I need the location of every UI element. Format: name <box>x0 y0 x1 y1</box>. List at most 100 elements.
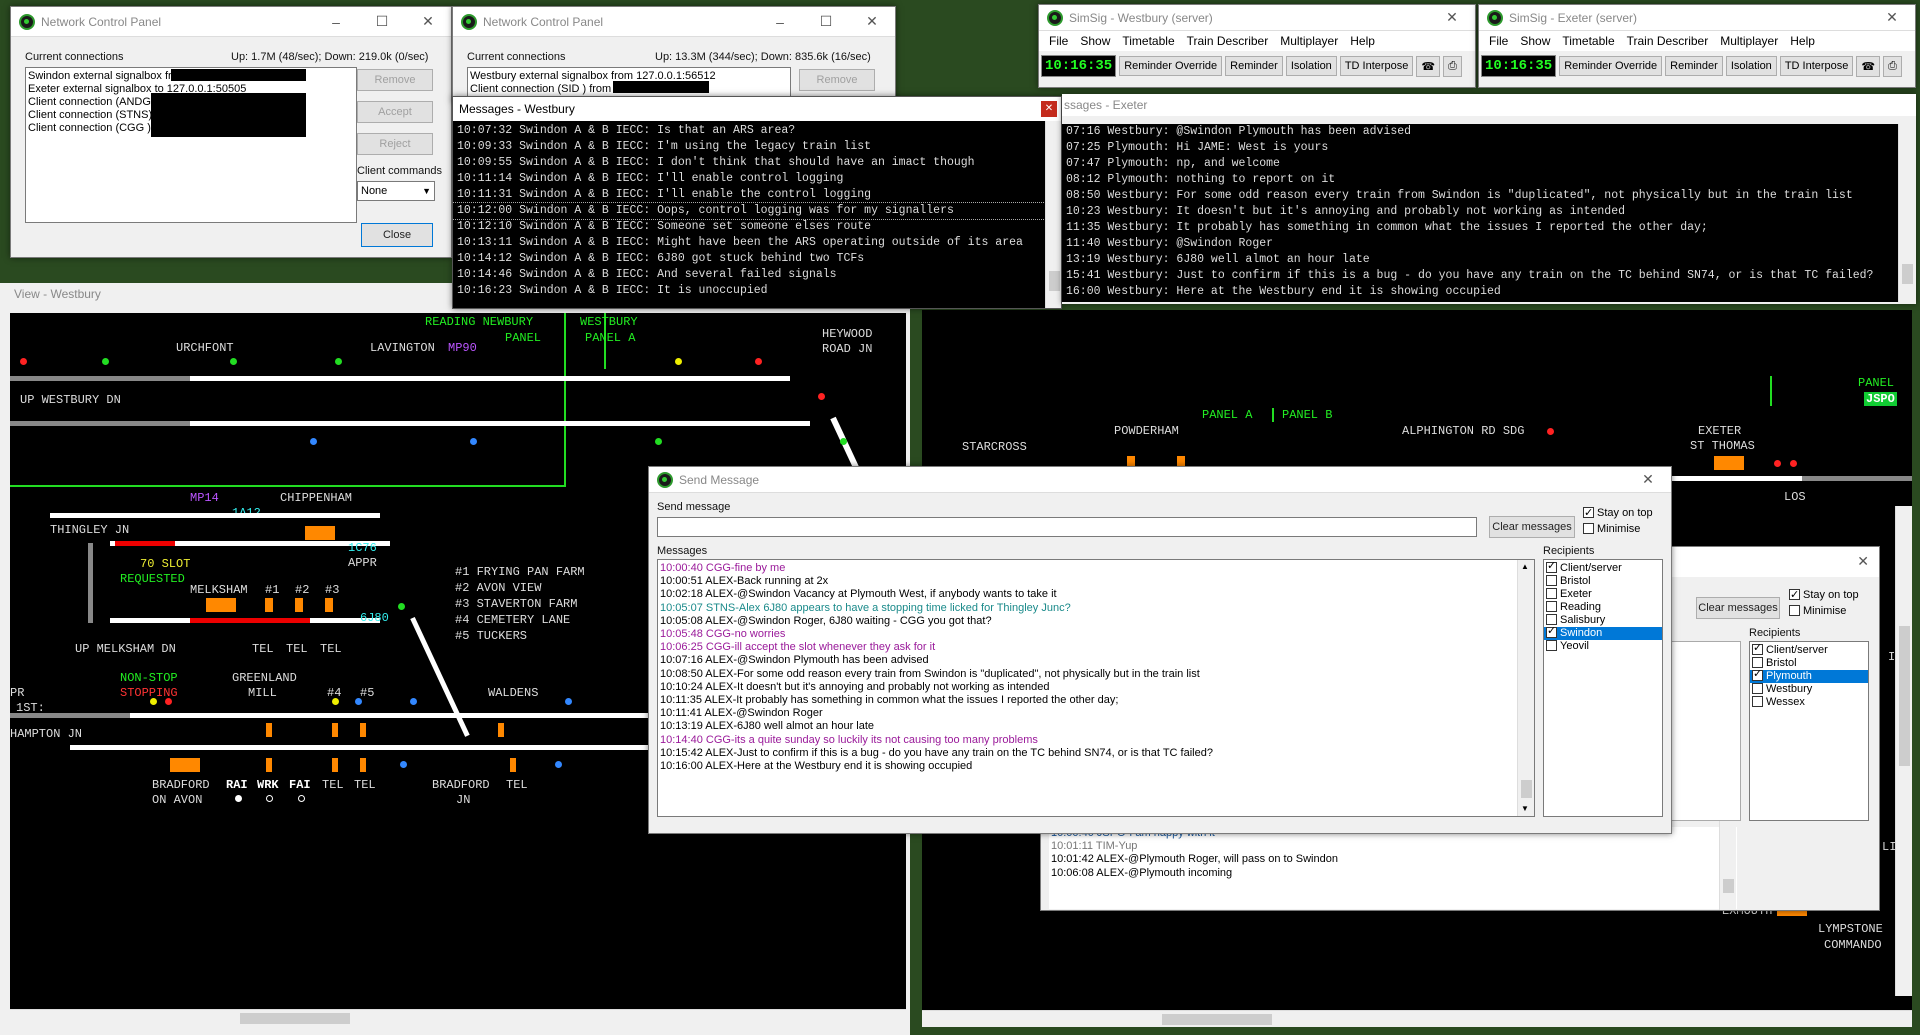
signal-yellow[interactable] <box>332 698 339 705</box>
msge-log[interactable]: 07:16 Westbury: @Swindon Plymouth has be… <box>1062 124 1898 302</box>
recipient-item[interactable]: Client/server <box>1544 560 1662 575</box>
send2-vscrollbar[interactable] <box>1719 811 1736 910</box>
train-berth[interactable] <box>332 758 338 772</box>
minimize-icon[interactable]: – <box>757 14 803 30</box>
signal-green[interactable] <box>335 358 342 365</box>
menu-item[interactable]: File <box>1483 34 1514 48</box>
printer-icon[interactable]: ⎙ <box>1883 55 1902 77</box>
simw-titlebar[interactable]: SimSig - Westbury (server) ✕ <box>1039 5 1475 31</box>
minimise-checkbox[interactable]: Minimise <box>1789 603 1859 619</box>
maximize-icon[interactable]: ☐ <box>359 13 405 30</box>
scrollbar-thumb[interactable] <box>240 1013 350 1024</box>
telephone-icon[interactable]: ☎ <box>1416 55 1441 77</box>
train-berth[interactable] <box>266 758 272 772</box>
menu-item[interactable]: Multiplayer <box>1714 34 1784 48</box>
send1-message-list[interactable]: 10:00:40 CGG-fine by me 10:00:51 ALEX-Bac… <box>657 559 1535 817</box>
msge-titlebar[interactable]: ssages - Exeter <box>1062 94 1916 116</box>
signal-red[interactable] <box>20 358 27 365</box>
reminder-button[interactable]: Reminder <box>1225 56 1283 76</box>
stay-on-top-checkbox[interactable]: Stay on top <box>1789 587 1859 603</box>
signal-green[interactable] <box>102 358 109 365</box>
remove-button[interactable]: Remove <box>357 69 433 91</box>
td-interpose-button[interactable]: TD Interpose <box>1779 56 1854 76</box>
menu-item[interactable]: Timetable <box>1556 34 1620 48</box>
signal-green[interactable] <box>230 358 237 365</box>
indicator-rai[interactable] <box>235 795 242 802</box>
signal-red[interactable] <box>818 393 825 400</box>
scrollbar-thumb[interactable] <box>1049 271 1060 291</box>
ncp2-titlebar[interactable]: Network Control Panel – ☐ ✕ <box>453 7 895 37</box>
sime-titlebar[interactable]: SimSig - Exeter (server) ✕ <box>1479 5 1915 31</box>
train-berth[interactable] <box>360 723 366 737</box>
close-icon[interactable]: ✕ <box>849 13 895 30</box>
signal-blue[interactable] <box>565 698 572 705</box>
minimise-checkbox[interactable]: Minimise <box>1583 521 1653 537</box>
client-commands-select[interactable]: None ▼ <box>357 181 435 201</box>
signal-blue[interactable] <box>410 698 417 705</box>
recipient-item[interactable]: Bristol <box>1544 575 1662 588</box>
train-berth[interactable] <box>265 598 273 612</box>
signal-red[interactable] <box>165 698 172 705</box>
send-message-input[interactable] <box>657 517 1477 537</box>
scrollbar-thumb[interactable] <box>1521 780 1532 798</box>
train-berth[interactable] <box>510 758 516 772</box>
ncp1-titlebar[interactable]: Network Control Panel – ☐ ✕ <box>11 7 451 37</box>
msgw-log[interactable]: 10:07:32 Swindon A & B IECC: Is that an … <box>453 121 1045 308</box>
signal-red[interactable] <box>1790 460 1797 467</box>
scrollbar-thumb[interactable] <box>1902 264 1913 284</box>
indicator-wrk[interactable] <box>266 795 273 802</box>
close-icon[interactable]: ✕ <box>405 13 451 30</box>
msgw-vscrollbar[interactable] <box>1045 121 1061 308</box>
train-berth[interactable] <box>295 598 303 612</box>
msgw-titlebar[interactable]: Messages - Westbury ✕ <box>453 97 1061 121</box>
scrollbar-thumb[interactable] <box>1723 879 1734 893</box>
printer-icon[interactable]: ⎙ <box>1443 55 1462 77</box>
signal-yellow[interactable] <box>675 358 682 365</box>
train-berth[interactable] <box>170 758 200 772</box>
close-icon[interactable]: ✕ <box>1041 101 1057 117</box>
recipient-item[interactable]: Client/server <box>1750 642 1868 657</box>
scrollbar-thumb[interactable] <box>1899 626 1910 766</box>
scrollbar-thumb[interactable] <box>1162 1014 1272 1025</box>
menu-item[interactable]: Help <box>1784 34 1821 48</box>
recipient-item[interactable]: Yeovil <box>1544 640 1662 653</box>
isolation-button[interactable]: Isolation <box>1285 56 1337 76</box>
stay-on-top-checkbox[interactable]: Stay on top <box>1583 505 1653 521</box>
signal-blue[interactable] <box>355 698 362 705</box>
send1-recipients-list[interactable]: Client/serverBristolExeterReadingSalisbu… <box>1543 559 1663 817</box>
signal-blue[interactable] <box>400 761 407 768</box>
train-berth[interactable] <box>206 598 236 612</box>
menu-item[interactable]: Train Describer <box>1621 34 1715 48</box>
menu-item[interactable]: Help <box>1344 34 1381 48</box>
send1-vscrollbar[interactable]: ▲ ▼ <box>1517 560 1534 816</box>
msge-vscrollbar[interactable] <box>1898 124 1915 302</box>
recipient-item[interactable]: Wessex <box>1750 696 1868 709</box>
train-berth[interactable] <box>305 526 335 540</box>
reminder-override-button[interactable]: Reminder Override <box>1119 56 1223 76</box>
signal-green[interactable] <box>398 603 405 610</box>
recipient-item[interactable]: Plymouth <box>1750 668 1868 683</box>
train-berth[interactable] <box>332 723 338 737</box>
menu-item[interactable]: File <box>1043 34 1074 48</box>
westbury-hscrollbar[interactable] <box>10 1009 906 1026</box>
recipient-item[interactable]: Exeter <box>1544 588 1662 601</box>
signal-blue[interactable] <box>555 761 562 768</box>
clear-messages-button[interactable]: Clear messages <box>1489 516 1575 538</box>
minimize-icon[interactable]: – <box>313 14 359 30</box>
send2-recipients-list[interactable]: Client/serverBristolPlymouthWestburyWess… <box>1749 641 1869 821</box>
recipient-item[interactable]: Westbury <box>1750 683 1868 696</box>
remove-button[interactable]: Remove <box>799 69 875 91</box>
signal-red[interactable] <box>755 358 762 365</box>
train-berth[interactable] <box>266 723 272 737</box>
recipient-item[interactable]: Bristol <box>1750 657 1868 670</box>
scroll-down-icon[interactable]: ▼ <box>1521 804 1529 813</box>
train-berth[interactable] <box>325 598 333 612</box>
menu-item[interactable]: Show <box>1074 34 1116 48</box>
clear-messages-button[interactable]: Clear messages <box>1696 597 1780 619</box>
menu-item[interactable]: Multiplayer <box>1274 34 1344 48</box>
reminder-override-button[interactable]: Reminder Override <box>1559 56 1663 76</box>
close-button[interactable]: Close <box>361 223 433 247</box>
signal-red[interactable] <box>1774 460 1781 467</box>
reminder-button[interactable]: Reminder <box>1665 56 1723 76</box>
isolation-button[interactable]: Isolation <box>1725 56 1777 76</box>
